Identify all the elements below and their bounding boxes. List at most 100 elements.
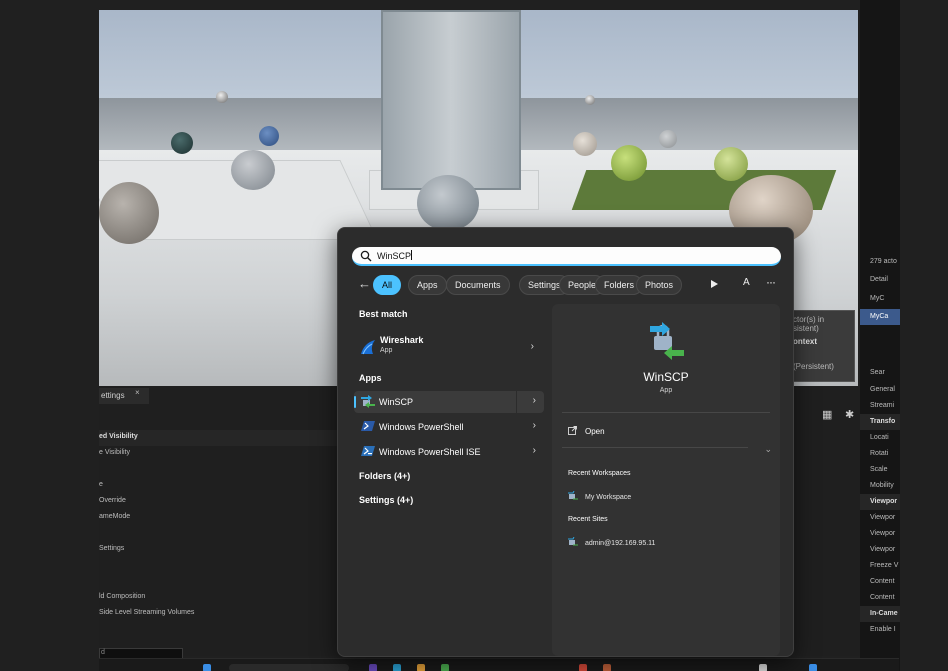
taskbar-search-box[interactable] xyxy=(229,664,349,671)
site-icon xyxy=(568,537,578,546)
settings-row xyxy=(99,526,349,542)
app-result-windows-powershell-ise[interactable]: Windows PowerShell ISE › xyxy=(354,441,544,463)
viewport-sphere xyxy=(611,145,647,181)
text-caret xyxy=(411,250,413,260)
context-line: sistent) xyxy=(793,324,819,333)
filter-chip-apps[interactable]: Apps xyxy=(408,275,447,295)
expand-button[interactable] xyxy=(516,391,544,413)
open-action-label: Open xyxy=(585,427,605,436)
world-settings-tab[interactable]: ettings × xyxy=(99,388,149,404)
details-row[interactable]: Content xyxy=(860,590,900,606)
details-row[interactable]: Locati xyxy=(860,430,900,446)
close-icon[interactable]: × xyxy=(135,388,140,397)
viewport-sphere xyxy=(99,182,159,244)
taskbar xyxy=(99,658,899,671)
details-row[interactable]: Detail xyxy=(860,272,900,288)
filter-chip-all[interactable]: All xyxy=(373,275,402,295)
details-row[interactable]: Enable I xyxy=(860,622,900,638)
filter-chip-photos[interactable]: Photos xyxy=(636,275,683,295)
grid-icon[interactable]: ▦ xyxy=(822,408,832,421)
recent-sites-heading: Recent Sites xyxy=(568,516,608,523)
chevron-right-icon[interactable]: › xyxy=(533,420,536,431)
taskbar-app-icon[interactable] xyxy=(369,664,377,671)
recent-workspace-item[interactable]: My Workspace xyxy=(568,491,631,501)
filter-chip-documents[interactable]: Documents xyxy=(446,275,510,295)
gear-icon[interactable]: ✱ xyxy=(845,408,854,421)
best-match-result[interactable]: Wireshark App › xyxy=(354,331,544,363)
taskbar-app-icon[interactable] xyxy=(809,664,817,671)
best-match-heading: Best match xyxy=(359,309,408,319)
details-row[interactable]: 279 acto xyxy=(860,254,900,270)
viewport-sphere xyxy=(216,91,228,103)
viewport-sphere xyxy=(259,126,279,146)
details-row[interactable]: Mobility xyxy=(860,478,900,494)
app-result-label: WinSCP xyxy=(379,397,414,407)
taskbar-app-icon[interactable] xyxy=(759,664,767,671)
taskbar-app-icon[interactable] xyxy=(417,664,425,671)
best-match-title: Wireshark xyxy=(380,335,424,345)
details-row[interactable]: Freeze V xyxy=(860,558,900,574)
world-settings-panel: ettings × ed Visibility e Visibility e Over… xyxy=(99,386,349,660)
recent-site-label: admin@192.169.95.11 xyxy=(585,540,656,547)
chevron-right-icon[interactable]: › xyxy=(533,445,536,456)
winscp-icon xyxy=(361,395,375,408)
search-input[interactable]: WinSCP xyxy=(352,247,781,266)
settings-category[interactable]: Settings (4+) xyxy=(359,495,413,505)
chevron-right-icon[interactable]: › xyxy=(531,341,534,352)
open-action[interactable]: Open xyxy=(568,426,605,436)
recent-workspaces-heading: Recent Workspaces xyxy=(568,470,631,477)
details-row[interactable]: Viewpor xyxy=(860,494,900,510)
details-row[interactable]: Viewpor xyxy=(860,526,900,542)
apps-heading: Apps xyxy=(359,373,382,383)
taskbar-app-icon[interactable] xyxy=(579,664,587,671)
settings-row: Override xyxy=(99,497,126,504)
powershell-icon xyxy=(361,421,375,431)
divider xyxy=(562,412,770,413)
details-row[interactable]: Scale xyxy=(860,462,900,478)
context-line: ctor(s) in xyxy=(793,315,825,324)
details-row[interactable]: Viewpor xyxy=(860,542,900,558)
more-options-icon[interactable]: ··· xyxy=(766,275,776,289)
settings-row: ameMode xyxy=(99,513,131,520)
windows-start-icon[interactable] xyxy=(203,664,211,671)
selection-indicator xyxy=(354,396,356,408)
app-result-winscp[interactable]: WinSCP › xyxy=(354,391,544,413)
settings-row: ld Composition xyxy=(99,593,146,600)
app-result-label: Windows PowerShell xyxy=(379,422,464,432)
back-arrow-icon[interactable]: ← xyxy=(358,276,371,291)
taskbar-app-icon[interactable] xyxy=(441,664,449,671)
chevron-right-icon[interactable]: › xyxy=(533,395,536,406)
settings-row: e xyxy=(99,481,103,488)
settings-row: Side Level Streaming Volumes xyxy=(99,609,195,616)
settings-row: ed Visibility xyxy=(99,430,349,446)
details-row[interactable]: Viewpor xyxy=(860,510,900,526)
folders-category[interactable]: Folders (4+) xyxy=(359,471,410,481)
account-initial-button[interactable]: A xyxy=(743,277,750,288)
details-row[interactable]: MyCa xyxy=(860,309,900,325)
recent-site-item[interactable]: admin@192.169.95.11 xyxy=(568,537,655,547)
preview-app-name: WinSCP xyxy=(643,370,689,384)
windows-search-flyout: WinSCP ← All Apps Documents Settings People F… xyxy=(337,227,794,657)
details-row[interactable]: Transfo xyxy=(860,414,900,430)
details-row[interactable]: Streami xyxy=(860,398,900,414)
details-row[interactable]: MyC xyxy=(860,291,900,307)
app-result-windows-powershell[interactable]: Windows PowerShell › xyxy=(354,416,544,438)
preview-app-type: App xyxy=(659,387,673,394)
details-row[interactable]: Sear xyxy=(860,365,900,381)
taskbar-app-icon[interactable] xyxy=(603,664,611,671)
viewport-sphere xyxy=(585,95,595,105)
details-row[interactable]: Rotati xyxy=(860,446,900,462)
powershell-ise-icon xyxy=(361,446,375,456)
details-row[interactable]: General xyxy=(860,382,900,398)
details-panel: 279 acto Detail MyC MyCa Sear General Streami T… xyxy=(860,0,900,671)
play-icon[interactable] xyxy=(711,280,718,288)
taskbar-app-icon[interactable] xyxy=(393,664,401,671)
settings-row xyxy=(99,462,349,478)
chevron-down-icon[interactable]: ⌄ xyxy=(764,444,772,455)
search-query-text: WinSCP xyxy=(377,251,412,261)
wireshark-icon xyxy=(361,340,375,355)
result-preview-pane: WinSCP App Open ⌄ Recent Workspaces My W… xyxy=(552,304,780,656)
details-row[interactable]: Content xyxy=(860,574,900,590)
desktop: ettings × ed Visibility e Visibility e Over… xyxy=(0,0,948,671)
details-row[interactable]: In-Came xyxy=(860,606,900,622)
